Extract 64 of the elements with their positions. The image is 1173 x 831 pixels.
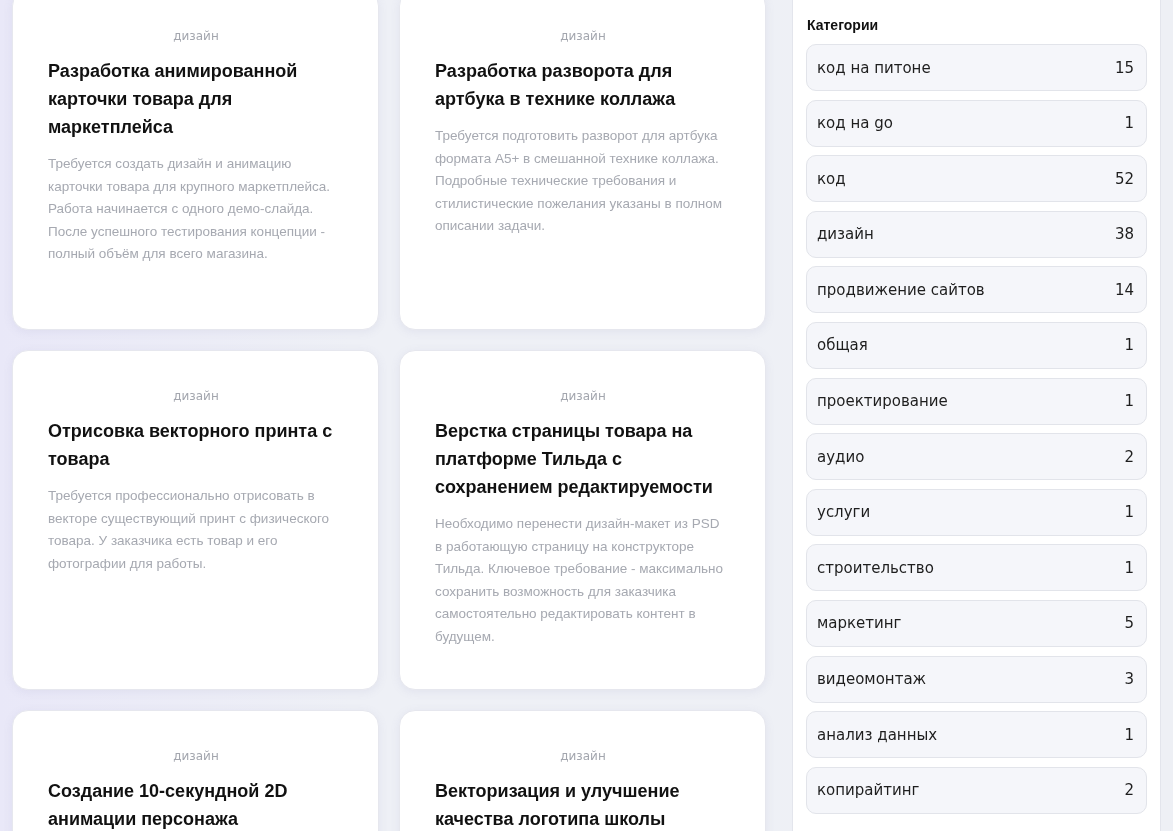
- category-name: дизайн: [817, 225, 874, 244]
- category-name: копирайтинг: [817, 781, 920, 800]
- task-description: Требуется профессионально отрисовать в векторе существующий принт с физического товара. У заказчика есть товар и его фотографии для работы.: [48, 487, 331, 573]
- category-count: 1: [1124, 725, 1134, 744]
- category-count: 38: [1114, 225, 1134, 244]
- category-count: 15: [1114, 58, 1134, 77]
- category-name: код на go: [817, 114, 893, 133]
- task-description: Требуется подготовить разворот для артбука формата А5+ в смешанной технике коллажа. Подробные технические требования и стилистические пожелания указаны в полном описании задачи.: [435, 127, 724, 235]
- category-name: анализ данных: [817, 725, 938, 744]
- category-name: общая: [817, 336, 868, 355]
- task-title: Создание 10-секундной 2D анимации персонажа: [48, 780, 289, 831]
- category-item[interactable]: код 52: [806, 155, 1147, 203]
- category-item[interactable]: код на питоне 15: [806, 44, 1147, 91]
- category-name: маркетинг: [817, 614, 902, 633]
- category-count: 1: [1124, 558, 1134, 577]
- category-item[interactable]: маркетинг 5: [806, 599, 1147, 647]
- category-item[interactable]: строительство 1: [806, 544, 1147, 592]
- task-title: Отрисовка векторного принта с товара: [48, 420, 334, 471]
- category-count: 1: [1124, 392, 1134, 411]
- category-count: 14: [1114, 280, 1134, 299]
- category-name: услуги: [817, 503, 871, 522]
- category-label: дизайн: [173, 29, 219, 43]
- category-item[interactable]: общая 1: [806, 321, 1147, 369]
- category-label: дизайн: [173, 389, 219, 403]
- task-description: Необходимо перенести дизайн-макет из PSD в работающую страницу на конструкторе Тильда. Ключевое требование - максимально сохранить возможность для заказчика самостоятельно редактировать контент в будущем.: [435, 515, 724, 646]
- task-card[interactable]: дизайн Создание 10-секундной 2D анимации персонажа: [12, 710, 379, 831]
- category-item[interactable]: продвижение сайтов 14: [806, 266, 1147, 314]
- category-item[interactable]: аудио 2: [806, 433, 1147, 481]
- category-item[interactable]: код на go 1: [806, 99, 1147, 147]
- category-name: код на питоне: [817, 58, 931, 77]
- category-count: 5: [1124, 614, 1134, 633]
- category-count: 1: [1124, 503, 1134, 522]
- category-name: продвижение сайтов: [817, 280, 985, 299]
- task-title: Верстка страницы товара на платформе Тильда с сохранением редактируемости: [435, 420, 714, 499]
- task-title: Разработка анимированной карточки товара для маркетплейса: [48, 60, 299, 139]
- task-title: Разработка разворота для артбука в технике коллажа: [435, 60, 677, 111]
- category-count: 1: [1124, 114, 1134, 133]
- category-label: дизайн: [560, 749, 606, 763]
- task-card[interactable]: дизайн Векторизация и улучшение качества логотипа школы: [399, 710, 766, 831]
- category-name: код: [817, 169, 846, 188]
- category-item[interactable]: дизайн 38: [806, 210, 1147, 258]
- category-name: строительство: [817, 558, 934, 577]
- task-description: Требуется создать дизайн и анимацию карточки товара для крупного маркетплейса. Работа начинается с одного демо-слайда. После успешного тестирования концепции - полный объём для всего магазина.: [48, 155, 332, 263]
- category-item[interactable]: услуги 1: [806, 488, 1147, 536]
- category-item[interactable]: видеомонтаж 3: [806, 655, 1147, 703]
- task-card[interactable]: [399, 350, 766, 690]
- category-label: дизайн: [173, 749, 219, 763]
- task-title: Векторизация и улучшение качества логотипа школы: [435, 780, 681, 831]
- category-name: аудио: [817, 447, 865, 466]
- category-item[interactable]: анализ данных 1: [806, 711, 1147, 759]
- category-item[interactable]: проектирование 1: [806, 377, 1147, 425]
- task-card[interactable]: [12, 0, 379, 330]
- category-count: 1: [1124, 336, 1134, 355]
- category-label: дизайн: [560, 29, 606, 43]
- category-count: 52: [1114, 169, 1134, 188]
- category-name: видеомонтаж: [817, 670, 927, 689]
- category-count: 2: [1124, 781, 1134, 800]
- category-item[interactable]: копирайтинг 2: [806, 766, 1147, 814]
- category-count: 3: [1124, 670, 1134, 689]
- category-name: проектирование: [817, 392, 948, 411]
- category-label: дизайн: [560, 389, 606, 403]
- panel-title: Категории: [807, 17, 880, 33]
- task-card[interactable]: дизайн Отрисовка векторного принта с товара Требуется профессионально отрисовать в векторе существующий принт с физического товара. У заказчика есть товар и его фотографии для работы.: [12, 350, 379, 690]
- category-count: 2: [1124, 447, 1134, 466]
